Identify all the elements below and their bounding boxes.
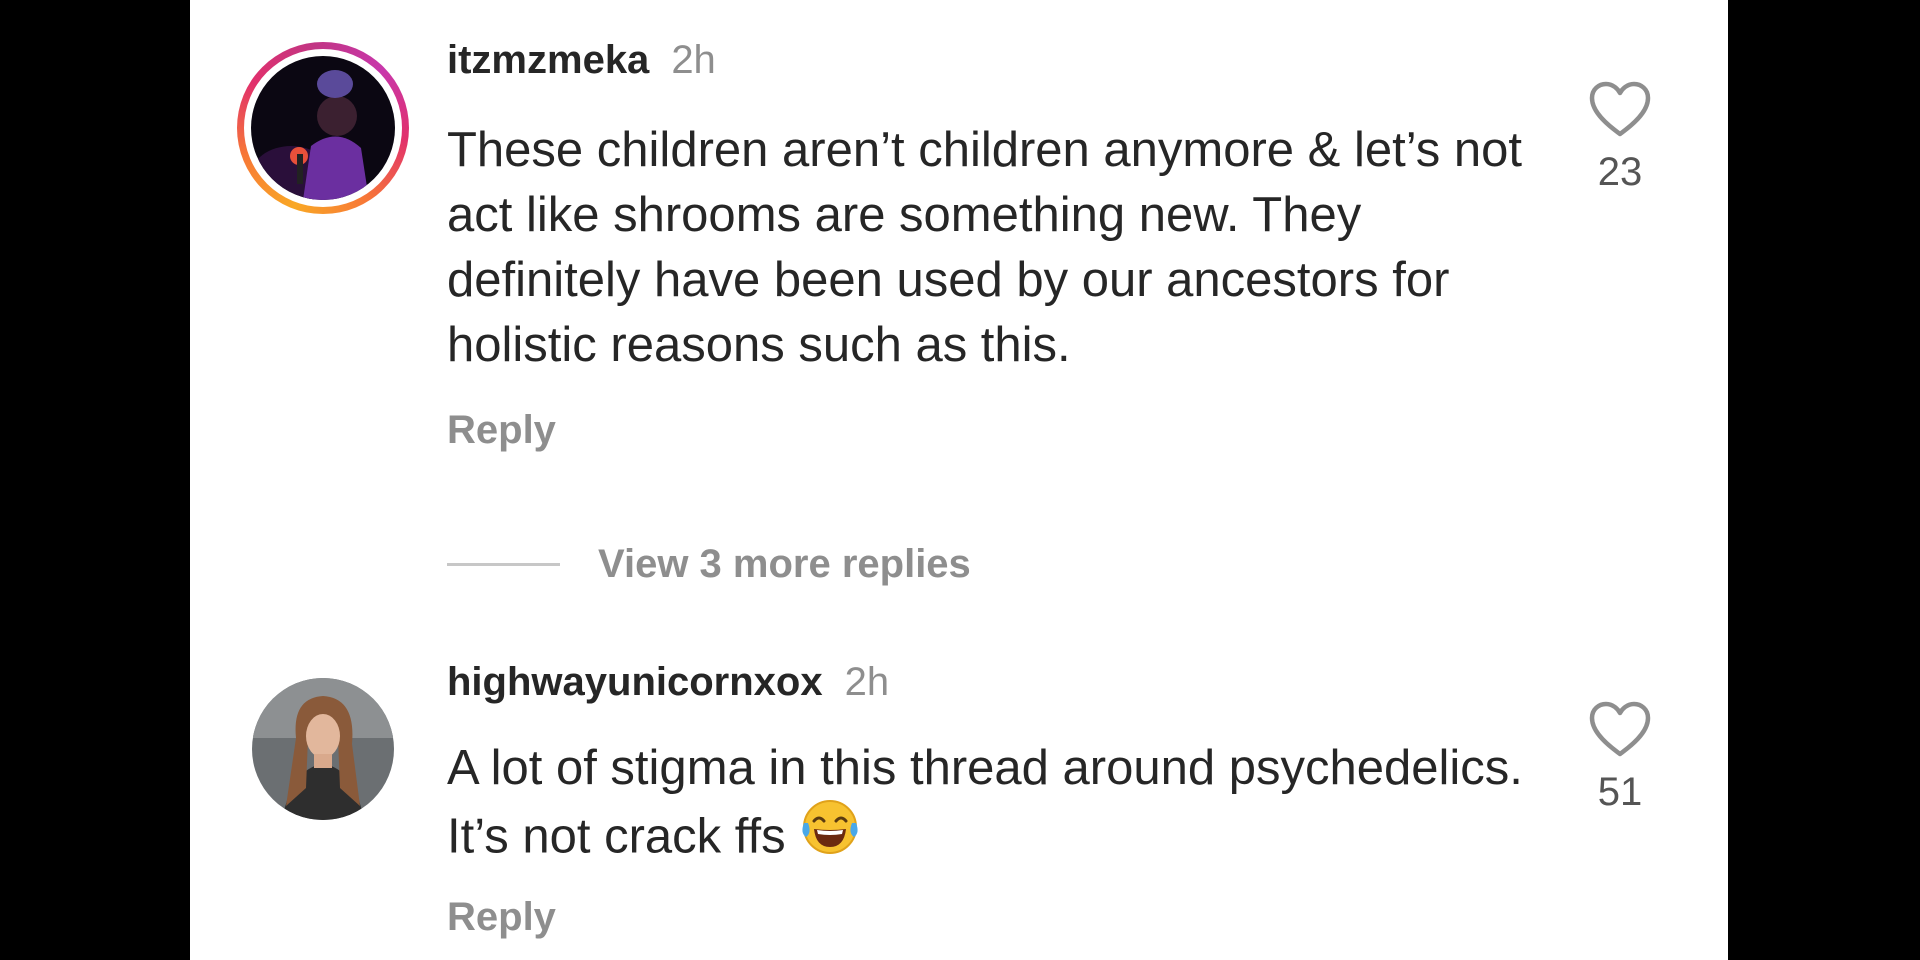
username[interactable]: itzmzmeka bbox=[447, 38, 649, 82]
view-more-replies-label: View 3 more replies bbox=[598, 541, 971, 586]
timestamp: 2h bbox=[844, 660, 890, 704]
comment-text: These children aren’t children anymore &… bbox=[447, 123, 1522, 372]
timestamp: 2h bbox=[671, 38, 716, 82]
avatar[interactable] bbox=[252, 678, 394, 820]
like-control: 51 bbox=[1580, 700, 1660, 816]
avatar-story-ring[interactable] bbox=[237, 42, 409, 214]
divider-line bbox=[447, 562, 560, 566]
reply-button[interactable]: Reply bbox=[447, 406, 556, 454]
screen-frame: itzmzmeka 2h These children aren’t childr… bbox=[0, 0, 1920, 960]
comment-header: highwayunicornxox 2h bbox=[447, 658, 889, 706]
view-more-replies-button[interactable]: View 3 more replies bbox=[447, 540, 971, 588]
heart-icon[interactable] bbox=[1580, 80, 1660, 138]
avatar bbox=[251, 56, 395, 200]
heart-icon[interactable] bbox=[1580, 700, 1660, 758]
comments-panel: itzmzmeka 2h These children aren’t childr… bbox=[190, 0, 1728, 960]
username[interactable]: highwayunicornxox bbox=[447, 660, 823, 704]
like-count: 23 bbox=[1597, 150, 1643, 194]
comment-header: itzmzmeka 2h bbox=[447, 36, 716, 84]
comment-text: A lot of stigma in this thread around ps… bbox=[447, 736, 1527, 878]
laughing-emoji-icon bbox=[800, 797, 860, 874]
like-count: 51 bbox=[1597, 770, 1643, 814]
like-control: 23 bbox=[1580, 80, 1660, 196]
reply-button[interactable]: Reply bbox=[447, 893, 556, 941]
comment-text-content: A lot of stigma in this thread around ps… bbox=[447, 741, 1523, 864]
